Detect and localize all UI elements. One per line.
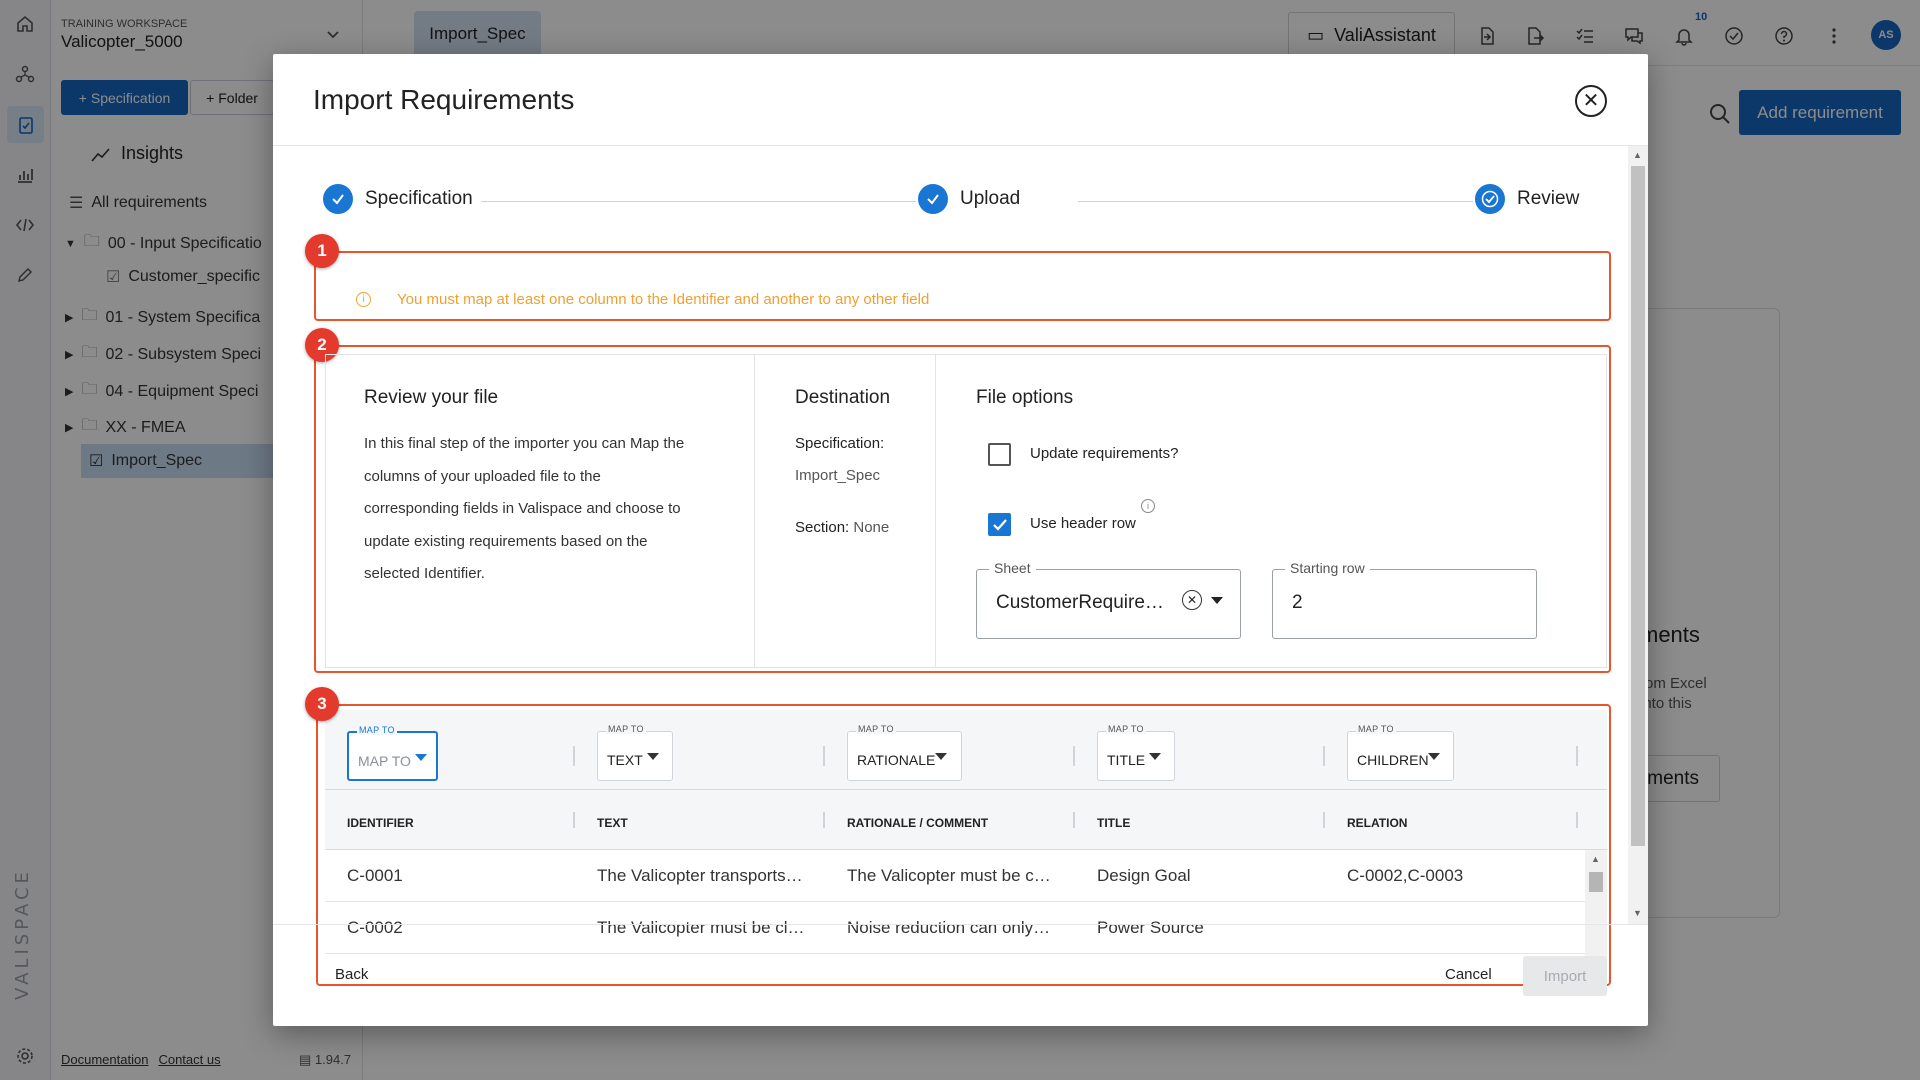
column-divider — [754, 354, 755, 668]
caret-down-icon[interactable] — [1211, 597, 1223, 604]
import-stepper: Specification Upload Review — [323, 184, 1583, 220]
scrollbar-thumb[interactable] — [1631, 166, 1645, 846]
update-requirements-checkbox[interactable] — [988, 443, 1011, 466]
info-icon: i — [356, 291, 371, 307]
back-button[interactable]: Back — [335, 966, 368, 983]
mapping-warning: i You must map at least one column to th… — [321, 274, 1611, 324]
check-circle-icon — [1475, 184, 1505, 214]
review-heading: Review your file — [364, 387, 499, 408]
destination-spec-label: Specification: — [795, 435, 885, 452]
footer-divider — [273, 924, 1648, 925]
header-divider — [273, 145, 1648, 146]
dialog-scrollbar[interactable]: ▲ ▼ — [1628, 146, 1648, 924]
annotation-box-3 — [316, 704, 1611, 986]
review-description: In this final step of the importer you c… — [364, 435, 685, 582]
use-header-row-checkbox[interactable] — [988, 513, 1011, 536]
check-icon — [992, 518, 1007, 531]
check-icon — [918, 184, 948, 214]
import-requirements-dialog: Import Requirements ✕ ▲ ▼ Specification … — [273, 54, 1648, 1026]
file-options-heading: File options — [976, 387, 1074, 408]
destination-spec-value: Import_Spec — [795, 467, 881, 484]
starting-row-input[interactable]: Starting row 2 — [1272, 560, 1537, 639]
close-icon[interactable]: ✕ — [1575, 85, 1607, 117]
step-upload[interactable]: Upload — [918, 184, 1020, 214]
destination-heading: Destination — [795, 387, 891, 408]
step-review[interactable]: Review — [1475, 184, 1579, 214]
step-connector — [1078, 201, 1473, 202]
destination-section: Section: None — [795, 519, 890, 536]
step-connector — [481, 201, 916, 202]
check-icon — [323, 184, 353, 214]
annotation-marker-3: 3 — [305, 687, 339, 721]
step-specification[interactable]: Specification — [323, 184, 473, 214]
clear-icon[interactable]: ✕ — [1182, 590, 1202, 610]
dialog-title: Import Requirements — [313, 84, 575, 115]
use-header-row-label: Use header row — [1030, 515, 1136, 532]
cancel-button[interactable]: Cancel — [1445, 966, 1492, 983]
info-icon[interactable]: i — [1141, 499, 1155, 513]
annotation-marker-1: 1 — [305, 234, 339, 268]
column-divider — [935, 354, 936, 668]
import-button[interactable]: Import — [1523, 956, 1607, 996]
sheet-select[interactable]: Sheet CustomerRequire… ✕ — [976, 560, 1241, 639]
update-requirements-label: Update requirements? — [1030, 445, 1179, 462]
